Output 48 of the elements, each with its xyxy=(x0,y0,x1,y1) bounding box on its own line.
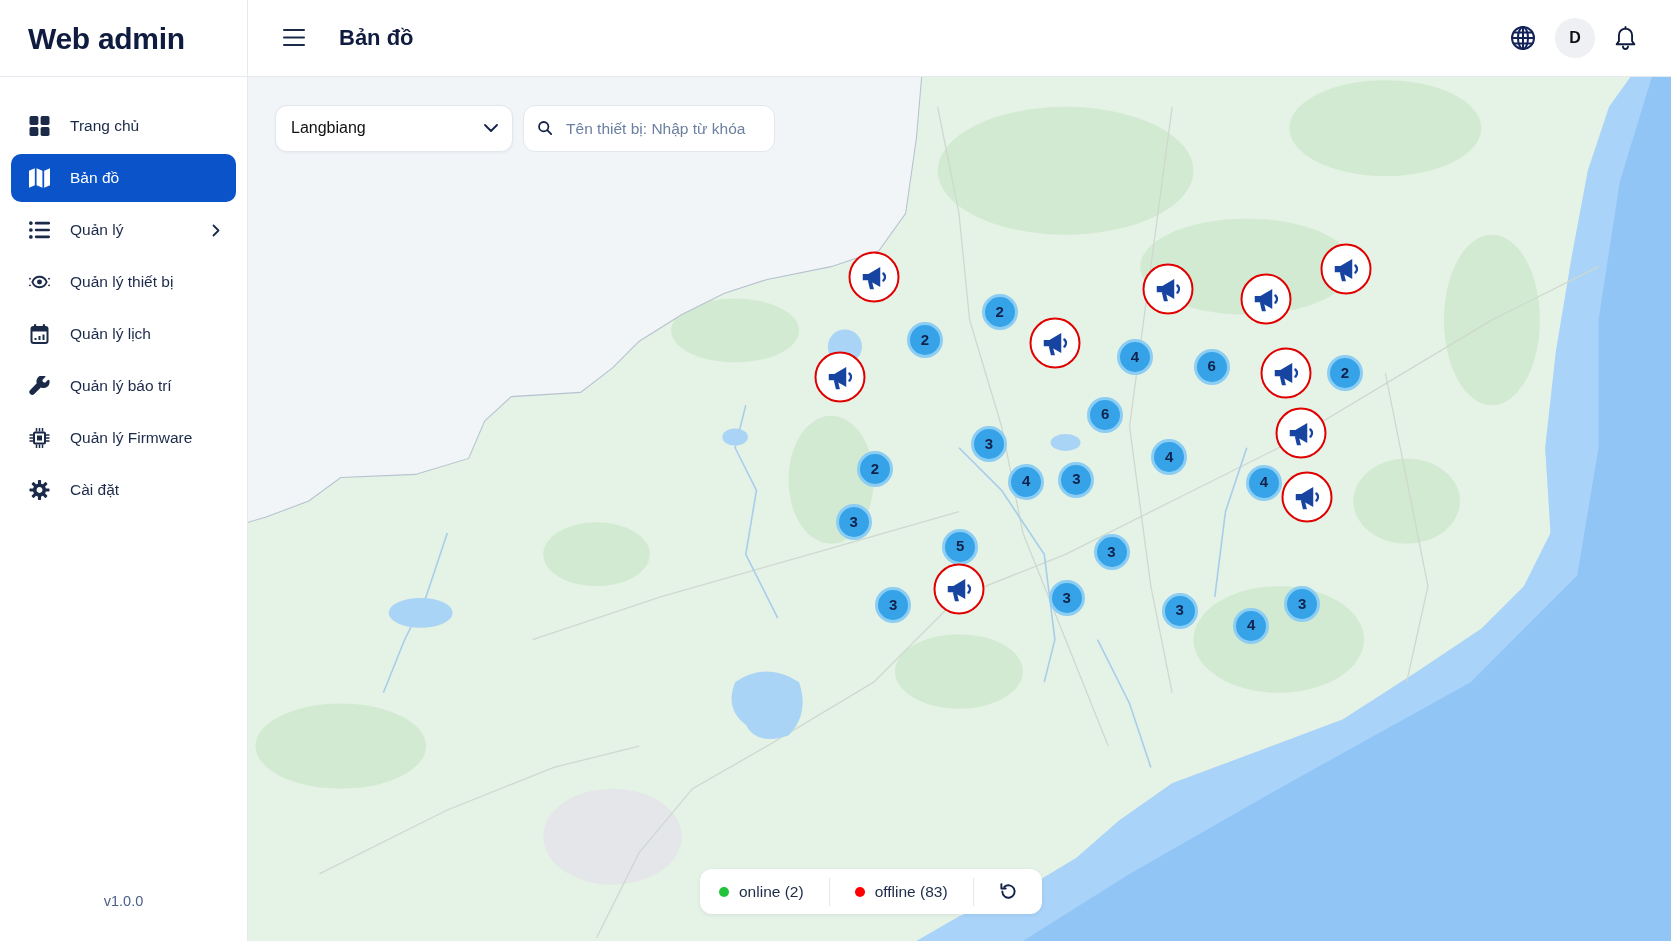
language-button[interactable] xyxy=(1511,26,1535,50)
megaphone-icon xyxy=(827,364,853,390)
sidebar-item[interactable]: Quản lý báo trí xyxy=(11,362,236,410)
refresh-button[interactable] xyxy=(998,882,1018,901)
lake xyxy=(388,597,453,628)
notification-button[interactable] xyxy=(1615,26,1636,50)
list-icon xyxy=(29,220,50,240)
sidebar-item[interactable]: Cài đặt xyxy=(11,466,236,514)
grid-icon xyxy=(29,116,50,136)
megaphone-icon xyxy=(1294,484,1320,510)
version-text: v1.0.0 xyxy=(102,892,145,912)
user-avatar[interactable]: D xyxy=(1555,18,1595,58)
megaphone-icon xyxy=(1155,276,1181,302)
settings-icon xyxy=(29,480,50,500)
region-dropdown[interactable]: Langbiang xyxy=(275,104,513,152)
megaphone-icon xyxy=(1333,256,1359,281)
megaphone-icon xyxy=(1042,330,1068,356)
menu-icon xyxy=(283,29,305,47)
page-title: Bản đồ xyxy=(339,24,414,53)
sidebar-item[interactable]: Bản đồ xyxy=(11,154,236,202)
menu-button[interactable] xyxy=(283,29,305,47)
chevron-down-icon xyxy=(484,124,498,133)
megaphone-icon xyxy=(946,576,972,602)
legend-label: offline (83) xyxy=(874,881,948,902)
megaphone-icon xyxy=(1273,360,1299,386)
search-field[interactable]: Tên thiết bị: Nhập từ khóa xyxy=(523,104,775,152)
refresh-icon xyxy=(998,882,1018,901)
sidebar-item[interactable]: Quản lý lịch xyxy=(11,310,236,358)
map-icon xyxy=(29,168,50,188)
sidebar-item[interactable]: Quản lý Firmware xyxy=(11,414,236,462)
lake xyxy=(722,428,748,446)
wrench-icon xyxy=(29,376,50,396)
lake xyxy=(731,671,803,739)
sidebar-item[interactable]: Quản lý xyxy=(11,206,236,254)
chip-icon xyxy=(29,428,50,448)
app-title: Web admin xyxy=(28,20,185,57)
megaphone-icon xyxy=(1253,286,1279,312)
search-input[interactable]: Tên thiết bị: Nhập từ khóa xyxy=(564,115,762,142)
lake xyxy=(1050,433,1081,451)
sidebar-item[interactable]: Quản lý thiết bị xyxy=(11,258,236,306)
megaphone-icon xyxy=(861,264,887,290)
legend-label: online (2) xyxy=(739,881,804,902)
search-icon xyxy=(538,120,553,137)
sidebar-item[interactable]: Trang chủ xyxy=(11,102,236,150)
calendar-icon xyxy=(29,324,50,344)
globe-icon xyxy=(1511,26,1535,50)
bell-icon xyxy=(1615,26,1636,50)
megaphone-icon xyxy=(1288,420,1314,446)
